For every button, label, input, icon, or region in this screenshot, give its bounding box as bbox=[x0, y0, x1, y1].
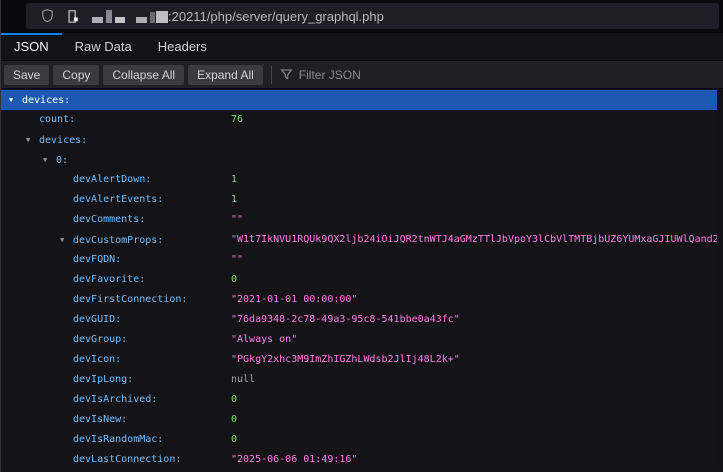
json-key: devGroup: bbox=[73, 334, 127, 345]
json-key: count: bbox=[39, 114, 75, 125]
tab-json[interactable]: JSON bbox=[1, 33, 62, 60]
filter-icon bbox=[280, 68, 293, 81]
json-toolbar: Save Copy Collapse All Expand All bbox=[1, 61, 723, 89]
json-value: "2021-01-01 00:00:00" bbox=[231, 290, 357, 310]
toolbar-separator bbox=[271, 66, 272, 84]
browser-chrome: :20211/php/server/query_graphql.php bbox=[1, 0, 723, 33]
json-row-devAlertDown[interactable]: devAlertDown: 1 bbox=[1, 170, 723, 190]
tab-raw-data[interactable]: Raw Data bbox=[62, 33, 145, 60]
json-row-devGUID[interactable]: devGUID: "76da9348-2c78-49a3-95c8-541bbe0… bbox=[1, 310, 723, 330]
scrollbar-track[interactable] bbox=[717, 89, 723, 471]
json-value: 76 bbox=[231, 110, 243, 130]
json-row-devIcon[interactable]: devIcon: "PGkgY2xhc3M9ImZhIGZhLWdsb2JlIj4… bbox=[1, 350, 723, 370]
json-row-devLastConnection[interactable]: devLastConnection: "2025-06-06 01:49:16" bbox=[1, 450, 723, 470]
json-row-devComments[interactable]: devComments: "" bbox=[1, 210, 723, 230]
json-key: devGUID: bbox=[73, 314, 121, 325]
json-tree: ▼devices:count:76▼devices:▼0:devAlertDow… bbox=[1, 89, 723, 471]
json-row-devIsRandomMac[interactable]: devIsRandomMac: 0 bbox=[1, 430, 723, 450]
page-info-icon[interactable] bbox=[60, 4, 86, 28]
redacted-host bbox=[92, 9, 168, 23]
json-value: 0 bbox=[231, 430, 237, 450]
shield-icon[interactable] bbox=[34, 4, 60, 28]
json-value: 1 bbox=[231, 190, 237, 210]
json-key: devComments: bbox=[73, 214, 145, 225]
json-key: devIcon: bbox=[73, 354, 121, 365]
json-key: 0: bbox=[56, 155, 68, 166]
json-row-devGroup[interactable]: devGroup: "Always on" bbox=[1, 330, 723, 350]
expander-icon[interactable]: ▼ bbox=[43, 150, 56, 170]
json-value: "76da9348-2c78-49a3-95c8-541bbe0a43fc" bbox=[231, 310, 460, 330]
tab-headers-label: Headers bbox=[158, 39, 207, 54]
json-value: 1 bbox=[231, 170, 237, 190]
url-text[interactable]: :20211/php/server/query_graphql.php bbox=[168, 9, 384, 24]
json-key: devFQDN: bbox=[73, 254, 121, 265]
filter-json-input[interactable] bbox=[299, 68, 439, 82]
json-key: devices: bbox=[22, 95, 70, 106]
tab-json-label: JSON bbox=[14, 39, 49, 54]
json-row-devices[interactable]: ▼devices: bbox=[1, 130, 723, 150]
expand-all-button[interactable]: Expand All bbox=[188, 65, 263, 85]
copy-button[interactable]: Copy bbox=[53, 65, 99, 85]
json-value: "2025-06-06 01:49:16" bbox=[231, 450, 357, 470]
redacted-block bbox=[115, 17, 125, 23]
json-row-devices[interactable]: ▼devices: bbox=[1, 90, 723, 110]
json-key: devIsArchived: bbox=[73, 394, 157, 405]
filter-area bbox=[280, 68, 439, 82]
url-bar[interactable]: :20211/php/server/query_graphql.php bbox=[26, 3, 719, 29]
json-value: null bbox=[231, 370, 255, 390]
tab-headers[interactable]: Headers bbox=[145, 33, 220, 60]
tab-raw-data-label: Raw Data bbox=[75, 39, 132, 54]
json-value: 0 bbox=[231, 270, 237, 290]
json-value: 0 bbox=[231, 390, 237, 410]
redacted-block bbox=[150, 12, 155, 23]
json-key: devAlertEvents: bbox=[73, 194, 163, 205]
json-row-count[interactable]: count: 76 bbox=[1, 110, 723, 130]
expander-icon[interactable]: ▼ bbox=[26, 130, 39, 150]
redacted-block bbox=[136, 17, 147, 23]
redacted-block bbox=[92, 17, 103, 23]
json-row-devCustomProps[interactable]: ▼devCustomProps: "W1t7IkNVU1RQUk9QX2ljb24… bbox=[1, 230, 723, 250]
json-row-devIsArchived[interactable]: devIsArchived: 0 bbox=[1, 390, 723, 410]
redacted-block bbox=[106, 10, 112, 23]
json-row-devIpLong[interactable]: devIpLong: null bbox=[1, 370, 723, 390]
json-key: devFavorite: bbox=[73, 274, 145, 285]
json-value: "" bbox=[231, 250, 243, 270]
json-key: devIsRandomMac: bbox=[73, 434, 163, 445]
json-key: devIpLong: bbox=[73, 374, 133, 385]
json-value: "W1t7IkNVU1RQUk9QX2ljb24iOiJQR2tnWTJ4aGM… bbox=[231, 230, 719, 250]
json-value: "" bbox=[231, 210, 243, 230]
json-row-devAlertEvents[interactable]: devAlertEvents: 1 bbox=[1, 190, 723, 210]
json-row-devFirstConnection[interactable]: devFirstConnection: "2021-01-01 00:00:00" bbox=[1, 290, 723, 310]
redacted-block bbox=[156, 11, 168, 23]
expander-icon[interactable]: ▼ bbox=[60, 230, 73, 250]
json-row-devFavorite[interactable]: devFavorite: 0 bbox=[1, 270, 723, 290]
json-key: devCustomProps: bbox=[73, 235, 163, 246]
save-button[interactable]: Save bbox=[4, 65, 49, 85]
json-key: devLastConnection: bbox=[73, 454, 181, 465]
json-key: devIsNew: bbox=[73, 414, 127, 425]
json-key: devAlertDown: bbox=[73, 174, 151, 185]
expander-icon[interactable]: ▼ bbox=[9, 90, 22, 110]
json-row-devIsNew[interactable]: devIsNew: 0 bbox=[1, 410, 723, 430]
json-key: devices: bbox=[39, 135, 87, 146]
json-value: "PGkgY2xhc3M9ImZhIGZhLWdsb2JlIj48L2k+" bbox=[231, 350, 460, 370]
json-row-0[interactable]: ▼0: bbox=[1, 150, 723, 170]
json-value: 0 bbox=[231, 410, 237, 430]
viewer-tab-bar: JSON Raw Data Headers bbox=[1, 33, 723, 61]
json-row-devFQDN[interactable]: devFQDN: "" bbox=[1, 250, 723, 270]
json-value: "Always on" bbox=[231, 330, 297, 350]
collapse-all-button[interactable]: Collapse All bbox=[103, 65, 184, 85]
json-key: devFirstConnection: bbox=[73, 294, 187, 305]
